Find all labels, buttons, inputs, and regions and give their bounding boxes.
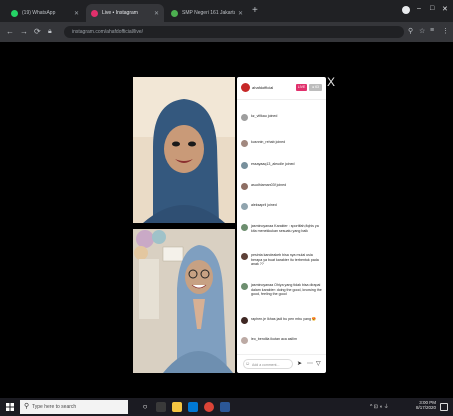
- guest-video-image: [133, 229, 235, 373]
- maximize-button[interactable]: □: [430, 5, 434, 12]
- taskbar-search[interactable]: Type here to search: [20, 400, 128, 414]
- whatsapp-icon: [11, 9, 18, 17]
- comment-item: essayaaq13_aleudle joined: [241, 162, 323, 169]
- browser-toolbar: ← → ⟳ 🔒︎ instagram.com/ahafdofficial/liv…: [0, 22, 453, 42]
- comment-item: leo_bendila ikutan aca asilim: [241, 337, 323, 344]
- filter-icon[interactable]: ▽: [316, 360, 321, 368]
- tab-instagram-live[interactable]: Live • Instagram ✕: [86, 4, 164, 22]
- comment-text: jasminoyanaa Ohiya yang tidak bisa dirap…: [251, 283, 322, 297]
- comment-item: jasminoyanaa Ohiya yang tidak bisa dirap…: [241, 283, 323, 297]
- close-tab-icon[interactable]: ✕: [154, 10, 159, 17]
- reload-icon[interactable]: ⟳: [34, 27, 41, 37]
- comment-input[interactable]: Add a comment...: [243, 359, 293, 369]
- comment-text: leo_bendila ikutan aca asilim: [251, 337, 297, 341]
- avatar[interactable]: [241, 337, 248, 344]
- viewer-count: ● 63: [309, 84, 322, 91]
- menu-icon[interactable]: ⋮: [442, 27, 449, 35]
- search-icon: ⚲: [24, 403, 30, 410]
- comment-item: kusnnin_rehab joined: [241, 140, 323, 147]
- store-icon[interactable]: [188, 402, 198, 412]
- avatar[interactable]: [241, 317, 248, 324]
- comment-item: kz_vifikau joined: [241, 114, 323, 121]
- close-tab-icon[interactable]: ✕: [74, 10, 79, 17]
- browser-tab-bar: (19) WhatsApp ✕ Live • Instagram ✕ SMP N…: [0, 0, 453, 22]
- host-username[interactable]: ahafdofficial: [252, 85, 273, 90]
- comment-bar: ☺ Add a comment... ➤ ⋯ ▽: [237, 354, 326, 373]
- avatar[interactable]: [241, 224, 248, 231]
- comment-text: kusnnin_rehab joined: [251, 140, 286, 144]
- location-pin-icon: [171, 9, 178, 17]
- avatar[interactable]: [241, 114, 248, 121]
- tab-label: SMP Negeri 161 Jakarta on Mav...: [182, 10, 235, 16]
- more-icon[interactable]: ⋯: [307, 360, 313, 368]
- search-icon[interactable]: ⚲: [408, 27, 413, 35]
- comment-text: essayaaq13_aleudle joined: [251, 162, 295, 166]
- notification-icon[interactable]: [440, 403, 448, 411]
- avatar[interactable]: [241, 183, 248, 190]
- clock[interactable]: 3:00 PM 8/17/2020: [402, 400, 436, 410]
- forward-icon[interactable]: →: [20, 27, 28, 37]
- edge-icon[interactable]: [156, 402, 166, 412]
- live-stage: ahafdofficial LIVE ● 63 kz_vifikau joine…: [0, 42, 453, 398]
- comment-item: jasminoyanaa Karakter : sportifah,fiqhis…: [241, 224, 323, 233]
- star-icon[interactable]: ☆: [419, 27, 425, 35]
- comment-text: raphen.je Ikhas jadi bu pen mbu yang 😍: [251, 317, 317, 321]
- comment-text: kz_vifikau joined: [251, 114, 278, 118]
- avatar[interactable]: [241, 140, 248, 147]
- new-tab-button[interactable]: +: [252, 6, 258, 16]
- live-badge: LIVE: [296, 84, 307, 91]
- url-field[interactable]: instagram.com/ahafdofficial/live/: [64, 26, 404, 38]
- close-window-button[interactable]: ✕: [442, 5, 448, 13]
- tab-whatsapp[interactable]: (19) WhatsApp ✕: [6, 4, 84, 22]
- minimize-button[interactable]: –: [417, 5, 421, 12]
- comment-text: pesinta kandeakeb bisa nya mulai usia be…: [251, 253, 319, 267]
- windows-start-icon[interactable]: [6, 403, 14, 411]
- tab-label: Live • Instagram: [102, 10, 138, 16]
- tray-icons[interactable]: ^ ⊡ ◖ ⏚: [370, 403, 389, 410]
- extensions-icon[interactable]: ≡: [430, 27, 434, 34]
- back-icon[interactable]: ←: [6, 27, 14, 37]
- guest-video: [133, 229, 235, 373]
- comment-item: asudhiaman03f joined: [241, 183, 323, 190]
- avatar[interactable]: [241, 283, 248, 290]
- tab-smp-negeri[interactable]: SMP Negeri 161 Jakarta on Mav... ✕: [166, 4, 248, 22]
- lock-icon: 🔒︎: [48, 28, 52, 35]
- profile-avatar-icon[interactable]: [402, 6, 410, 14]
- host-video-image: [133, 77, 235, 223]
- avatar[interactable]: [241, 253, 248, 260]
- word-icon[interactable]: [220, 402, 230, 412]
- avatar[interactable]: [241, 203, 248, 210]
- task-view-icon[interactable]: ○: [140, 402, 150, 412]
- chrome-icon[interactable]: [204, 402, 214, 412]
- live-header: ahafdofficial LIVE ● 63: [237, 77, 326, 100]
- close-live-button[interactable]: X: [327, 76, 335, 88]
- comment-text: aleksapril joined: [251, 203, 277, 207]
- host-avatar[interactable]: [241, 83, 250, 92]
- comment-text: asudhiaman03f joined: [251, 183, 287, 187]
- live-comments-panel: ahafdofficial LIVE ● 63 kz_vifikau joine…: [237, 77, 326, 373]
- taskbar: Type here to search ⚲ ○ ^ ⊡ ◖ ⏚ 3:00 PM …: [0, 398, 453, 416]
- host-video: [133, 77, 235, 223]
- comment-item: raphen.je Ikhas jadi bu pen mbu yang 😍: [241, 317, 323, 324]
- comment-item: pesinta kandeakeb bisa nya mulai usia be…: [241, 253, 323, 267]
- close-tab-icon[interactable]: ✕: [238, 10, 243, 17]
- tab-label: (19) WhatsApp: [22, 10, 56, 16]
- paper-plane-icon[interactable]: ➤: [297, 360, 302, 368]
- avatar[interactable]: [241, 162, 248, 169]
- comment-text: jasminoyanaa Karakter : sportifah,fiqhis…: [251, 224, 319, 233]
- file-explorer-icon[interactable]: [172, 402, 182, 412]
- instagram-icon: [91, 9, 98, 17]
- clock-date: 8/17/2020: [415, 405, 436, 410]
- comment-item: aleksapril joined: [241, 203, 323, 210]
